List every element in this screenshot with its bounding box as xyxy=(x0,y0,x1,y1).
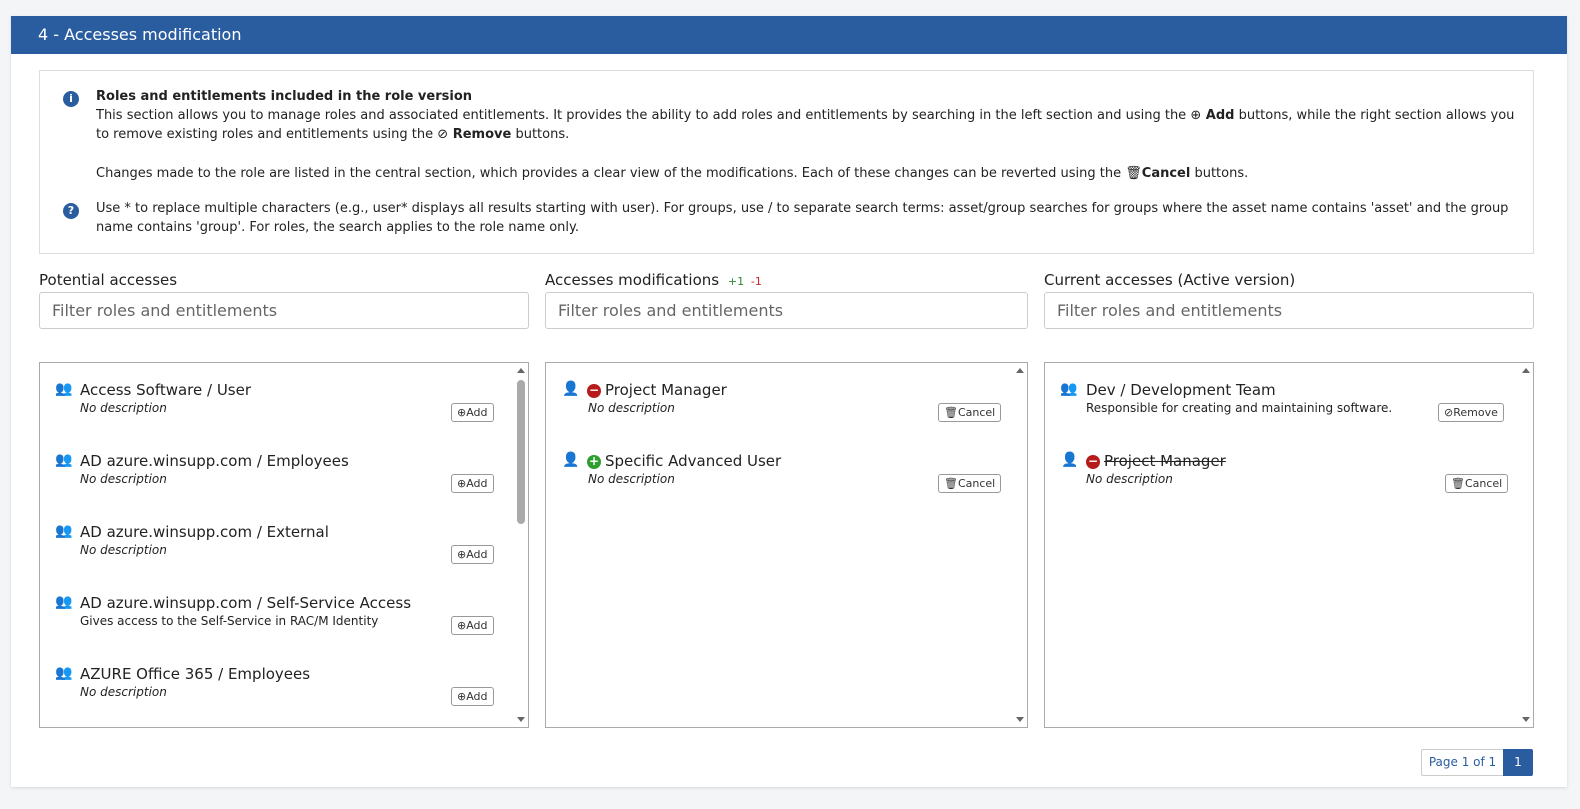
list-item: 👥 Dev / Development Team Responsible for… xyxy=(1045,379,1519,429)
add-button[interactable]: ⊕Add xyxy=(451,403,494,422)
current-filter-input[interactable] xyxy=(1044,292,1534,329)
add-circle-icon: ⊕ xyxy=(1190,108,1202,123)
item-description: No description xyxy=(80,472,167,486)
user-icon: 👤 xyxy=(562,381,580,397)
item-title: AD azure.winsupp.com / Employees xyxy=(80,452,349,470)
scroll-down-arrow-icon[interactable] xyxy=(517,717,525,722)
item-description: No description xyxy=(80,685,167,699)
info-text: buttons. xyxy=(1194,166,1249,181)
plus-circle-icon: + xyxy=(587,454,601,469)
group-icon: 👥 xyxy=(55,594,73,610)
list-item: 👥 Access Software / User No description … xyxy=(40,379,514,429)
ban-icon: ⊘ xyxy=(1444,406,1454,419)
removed-count: -1 xyxy=(750,275,762,288)
scrollbar[interactable] xyxy=(514,363,528,727)
group-icon: 👥 xyxy=(55,452,73,468)
modifications-filter-input[interactable] xyxy=(545,292,1028,329)
scroll-up-arrow-icon[interactable] xyxy=(1016,368,1024,373)
add-circle-icon: ⊕ xyxy=(457,548,467,561)
item-title: Project Manager xyxy=(1104,452,1226,470)
add-button[interactable]: ⊕Add xyxy=(451,545,494,564)
list-item: 👤 − Project Manager No description 🗑Canc… xyxy=(546,379,1013,429)
info-remove-label: Remove xyxy=(452,127,512,142)
add-circle-icon: ⊕ xyxy=(457,619,467,632)
user-icon: 👤 xyxy=(1061,452,1079,468)
help-text: Use * to replace multiple characters (e.… xyxy=(96,201,1509,235)
group-icon: 👥 xyxy=(55,665,73,681)
info-add-label: Add xyxy=(1205,108,1235,123)
group-icon: 👥 xyxy=(55,381,73,397)
item-title: Project Manager xyxy=(605,381,727,399)
info-paragraph-1: This section allows you to manage roles … xyxy=(96,106,1516,144)
scroll-down-arrow-icon[interactable] xyxy=(1016,717,1024,722)
item-title: AZURE Office 365 / Employees xyxy=(80,665,311,683)
info-paragraph-2: Changes made to the role are listed in t… xyxy=(96,164,1516,183)
list-item: 👥 AD azure.winsupp.com / Employees No de… xyxy=(40,450,514,500)
list-item: 👤 + Specific Advanced User No descriptio… xyxy=(546,450,1013,500)
add-circle-icon: ⊕ xyxy=(457,690,467,703)
potential-accesses-list[interactable]: 👥 Access Software / User No description … xyxy=(39,362,529,728)
modifications-title: Accesses modifications xyxy=(545,271,720,289)
info-text: This section allows you to manage roles … xyxy=(96,108,1187,123)
page-button-1[interactable]: 1 xyxy=(1503,749,1533,776)
scroll-up-arrow-icon[interactable] xyxy=(1522,368,1530,373)
item-description: No description xyxy=(588,472,675,486)
item-description: Responsible for creating and maintaining… xyxy=(1086,401,1393,415)
user-icon: 👤 xyxy=(562,452,580,468)
item-description: No description xyxy=(1086,472,1173,486)
scroll-thumb[interactable] xyxy=(517,380,525,524)
add-circle-icon: ⊕ xyxy=(457,477,467,490)
list-item: 👤 − Project Manager No description 🗑Canc… xyxy=(1045,450,1519,500)
item-description: No description xyxy=(588,401,675,415)
help-icon: ? xyxy=(63,203,79,219)
info-text: buttons. xyxy=(515,127,570,142)
trash-icon: 🗑 xyxy=(1125,166,1142,181)
cancel-button[interactable]: 🗑Cancel xyxy=(938,403,1002,422)
scrollbar[interactable] xyxy=(1519,363,1533,727)
minus-circle-icon: − xyxy=(1086,454,1100,469)
added-count: +1 xyxy=(727,275,745,288)
group-icon: 👥 xyxy=(55,523,73,539)
group-icon: 👥 xyxy=(1060,381,1078,397)
item-title: AD azure.winsupp.com / External xyxy=(80,523,329,541)
cancel-button[interactable]: 🗑Cancel xyxy=(938,474,1002,493)
info-box: i Roles and entitlements included in the… xyxy=(39,70,1534,254)
list-item: 👥 AD azure.winsupp.com / Self-Service Ac… xyxy=(40,592,514,642)
item-description: No description xyxy=(80,543,167,557)
add-button[interactable]: ⊕Add xyxy=(451,474,494,493)
remove-button[interactable]: ⊘Remove xyxy=(1438,403,1504,422)
current-accesses-title: Current accesses (Active version) xyxy=(1044,271,1296,289)
item-title: Dev / Development Team xyxy=(1086,381,1276,399)
item-title: Access Software / User xyxy=(80,381,252,399)
add-button[interactable]: ⊕Add xyxy=(451,687,494,706)
scroll-up-arrow-icon[interactable] xyxy=(517,368,525,373)
item-description: Gives access to the Self-Service in RAC/… xyxy=(80,614,379,628)
page-info: Page 1 of 1 xyxy=(1421,749,1504,776)
list-item: 👥 AD azure.winsupp.com / External No des… xyxy=(40,521,514,571)
ban-icon: ⊘ xyxy=(437,127,449,142)
section-header: 4 - Accesses modification xyxy=(11,16,1567,54)
scroll-down-arrow-icon[interactable] xyxy=(1522,717,1530,722)
potential-filter-input[interactable] xyxy=(39,292,529,329)
scrollbar[interactable] xyxy=(1013,363,1027,727)
info-cancel-label: Cancel xyxy=(1141,166,1191,181)
item-title: Specific Advanced User xyxy=(605,452,782,470)
info-text: Changes made to the role are listed in t… xyxy=(96,166,1122,181)
trash-icon: 🗑 xyxy=(944,406,958,419)
info-title: Roles and entitlements included in the r… xyxy=(96,89,473,104)
item-description: No description xyxy=(80,401,167,415)
potential-accesses-title: Potential accesses xyxy=(39,271,178,289)
item-title: AD azure.winsupp.com / Self-Service Acce… xyxy=(80,594,412,612)
modifications-title-wrap: Accesses modifications +1 -1 xyxy=(545,271,762,289)
minus-circle-icon: − xyxy=(587,383,601,398)
modifications-list[interactable]: 👤 − Project Manager No description 🗑Canc… xyxy=(545,362,1028,728)
trash-icon: 🗑 xyxy=(1451,477,1465,490)
trash-icon: 🗑 xyxy=(944,477,958,490)
list-item: 👥 AZURE Office 365 / Employees No descri… xyxy=(40,663,514,713)
info-icon: i xyxy=(63,91,79,107)
add-circle-icon: ⊕ xyxy=(457,406,467,419)
add-button[interactable]: ⊕Add xyxy=(451,616,494,635)
cancel-button[interactable]: 🗑Cancel xyxy=(1445,474,1509,493)
current-accesses-list[interactable]: 👥 Dev / Development Team Responsible for… xyxy=(1044,362,1534,728)
